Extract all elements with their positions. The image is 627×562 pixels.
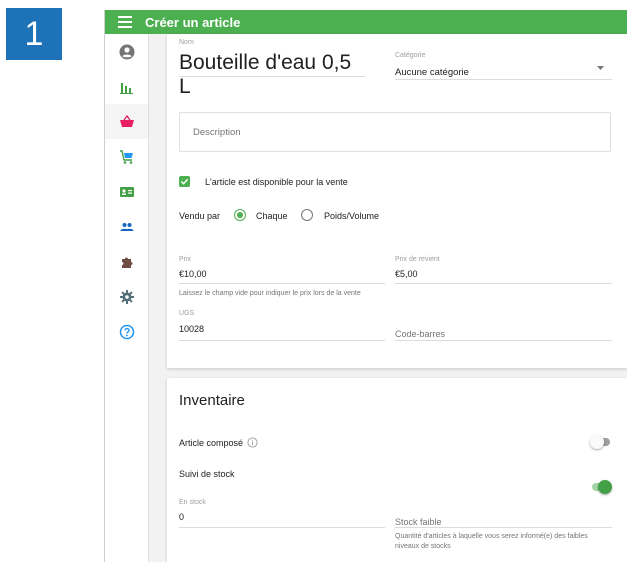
info-icon[interactable]	[247, 437, 258, 448]
category-value: Aucune catégorie	[395, 67, 469, 78]
sidebar-nav	[105, 34, 149, 562]
cart-icon	[119, 149, 133, 164]
available-label: L'article est disponible pour la vente	[205, 177, 348, 187]
composite-toggle[interactable]	[590, 435, 612, 449]
inventory-card: Inventaire Article composé Suivi de stoc…	[167, 378, 627, 562]
sold-by-label: Vendu par	[179, 211, 221, 221]
checkmark-icon	[180, 178, 189, 185]
top-bar: Créer un article	[105, 10, 627, 34]
name-label: Nom	[179, 39, 194, 46]
radio-each-label: Chaque	[256, 211, 288, 221]
step-number-badge: 1	[6, 8, 62, 60]
low-stock-hint: Quantité d'articles à laquelle vous sere…	[395, 533, 588, 550]
sidebar-item-settings[interactable]	[105, 279, 148, 314]
people-icon	[120, 222, 133, 231]
sku-input[interactable]: 10028	[179, 324, 385, 341]
price-hint: Laissez le champ vide pour indiquer le p…	[179, 290, 361, 297]
price-label: Prix	[179, 256, 192, 263]
basket-icon	[119, 114, 134, 127]
sidebar-item-integrations[interactable]	[105, 244, 148, 279]
low-stock-placeholder: Stock faible	[395, 517, 442, 527]
radio-each[interactable]	[234, 209, 246, 221]
puzzle-icon	[121, 257, 132, 268]
app-window: Créer un article Nom Bouteille d'eau 0,5…	[104, 10, 627, 562]
track-stock-toggle[interactable]	[590, 480, 612, 494]
description-placeholder: Description	[193, 127, 241, 138]
sidebar-item-account[interactable]	[105, 34, 148, 69]
dropdown-arrow-icon	[597, 66, 604, 70]
sidebar-item-items[interactable]	[105, 104, 148, 139]
in-stock-input[interactable]: 0	[179, 512, 385, 528]
help-icon	[119, 324, 134, 339]
composite-label: Article composé	[179, 438, 244, 448]
radio-weight-volume[interactable]	[301, 209, 313, 221]
sidebar-item-purchases[interactable]	[105, 139, 148, 174]
sidebar-item-reports[interactable]	[105, 69, 148, 104]
name-input[interactable]: Bouteille d'eau 0,5 L	[179, 51, 365, 98]
cost-label: Prix de revient	[395, 256, 440, 263]
track-stock-label: Suivi de stock	[179, 469, 235, 479]
sidebar-item-customers[interactable]	[105, 174, 148, 209]
hamburger-menu-icon[interactable]	[105, 16, 145, 28]
inventory-title: Inventaire	[179, 392, 245, 409]
in-stock-label: En stock	[179, 499, 206, 506]
page-title: Créer un article	[145, 14, 241, 30]
category-select[interactable]: Aucune catégorie	[395, 62, 612, 80]
sidebar-item-help[interactable]	[105, 314, 148, 349]
low-stock-input[interactable]: Stock faible	[395, 512, 612, 528]
available-checkbox[interactable]	[179, 176, 190, 187]
barcode-placeholder: Code-barres	[395, 329, 446, 339]
bar-chart-icon	[119, 82, 133, 94]
account-icon	[119, 44, 134, 59]
id-card-icon	[119, 186, 134, 197]
description-field[interactable]: Description	[179, 112, 611, 152]
settings-icon	[119, 289, 134, 304]
category-label: Catégorie	[395, 52, 426, 59]
barcode-input[interactable]: Code-barres	[395, 324, 612, 341]
sku-label: UGS	[179, 310, 195, 317]
price-input[interactable]: €10,00	[179, 269, 385, 284]
item-details-card: Nom Bouteille d'eau 0,5 L Catégorie Aucu…	[167, 34, 627, 368]
radio-weight-volume-label: Poids/Volume	[324, 211, 380, 221]
cost-input[interactable]: €5,00	[395, 269, 612, 284]
sidebar-item-employees[interactable]	[105, 209, 148, 244]
